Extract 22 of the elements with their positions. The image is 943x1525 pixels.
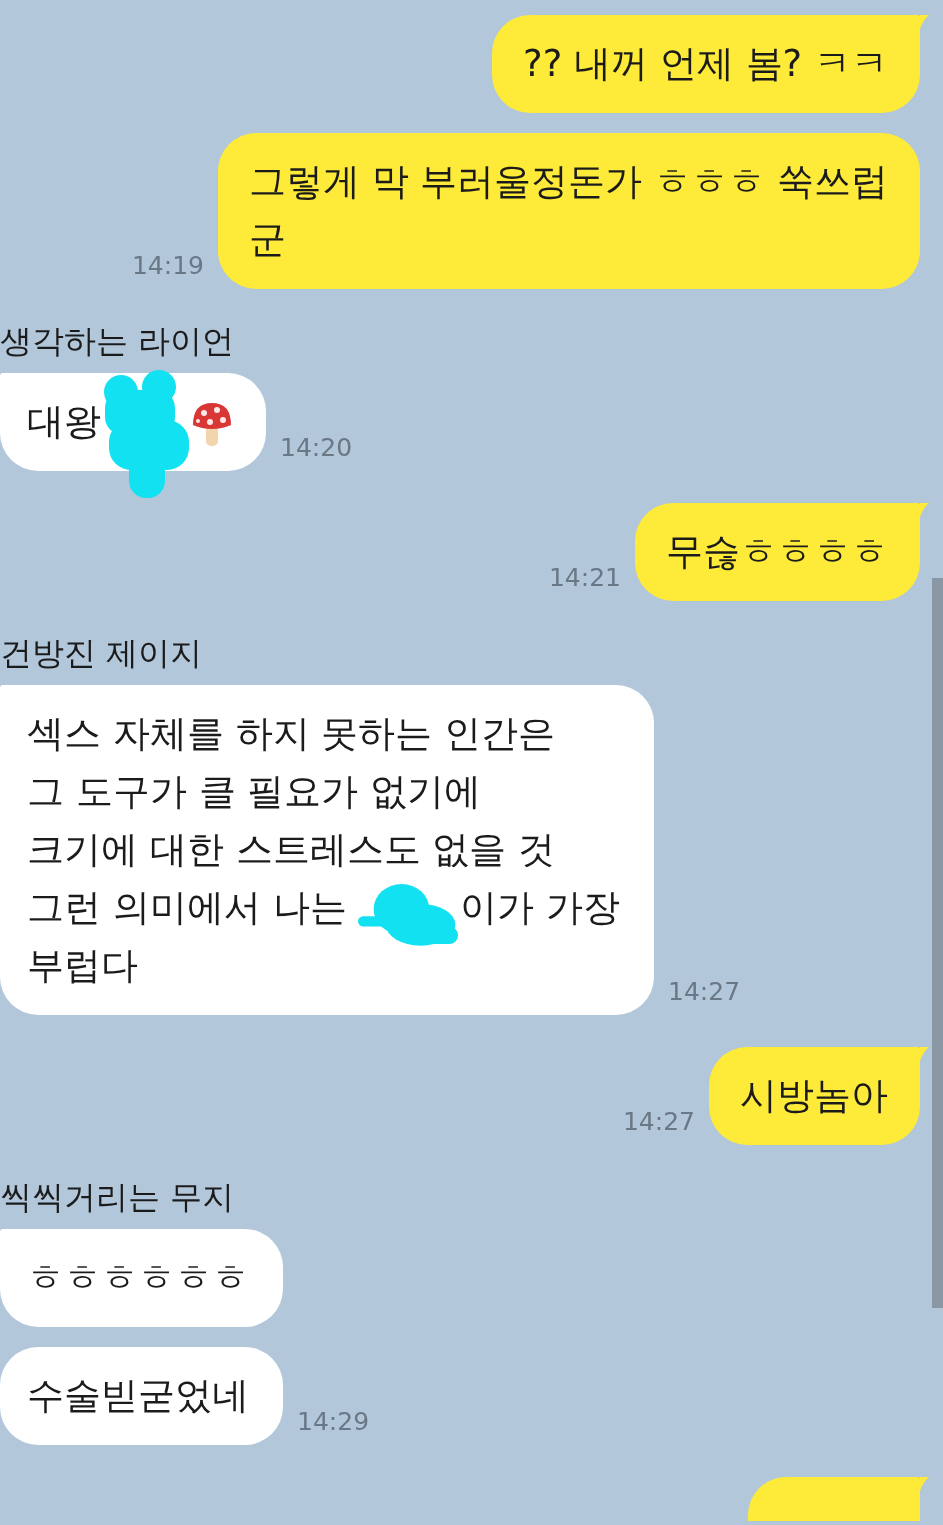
message-time: 14:21 — [548, 563, 621, 593]
message-text: 시방놈아 — [740, 1073, 888, 1119]
message-text: 그런 의미에서 나는 — [27, 886, 348, 929]
message-time: 14:20 — [280, 433, 353, 463]
message-text: ㅎㅎㅎㅎㅎㅎ — [27, 1255, 249, 1301]
message-time: 14:29 — [297, 1407, 370, 1437]
message-time: 14:19 — [131, 251, 204, 281]
bubble-tail — [920, 1477, 929, 1491]
message-text: 이가 가장 — [460, 886, 621, 929]
message-text: 부럽다 — [27, 943, 138, 989]
message-text: 수술빋굳었네 — [27, 1373, 249, 1419]
message-text: 그렇게 막 부러울정돈가 ㅎㅎㅎ 쑥쓰럽 군 — [248, 159, 888, 263]
sender-name: 씩씩거리는 무지 — [0, 1177, 235, 1217]
message-text: 무슪ㅎㅎㅎㅎ — [666, 529, 888, 575]
message-text: 대왕 — [27, 400, 101, 443]
message-time: 14:27 — [668, 977, 741, 1007]
sender-name: 건방진 제이지 — [0, 633, 203, 673]
message-text: 섹스 자체를 하지 못하는 인간은 그 도구가 클 필요가 없기에 크기에 대한 스트레스도 없을 것 — [27, 711, 556, 873]
message-time: 14:27 — [622, 1107, 695, 1137]
mushroom-icon — [192, 400, 232, 447]
sender-name: 생각하는 라이언 — [0, 321, 235, 361]
message-text: ?? 내꺼 언제 봄? ㅋㅋ — [523, 41, 888, 87]
